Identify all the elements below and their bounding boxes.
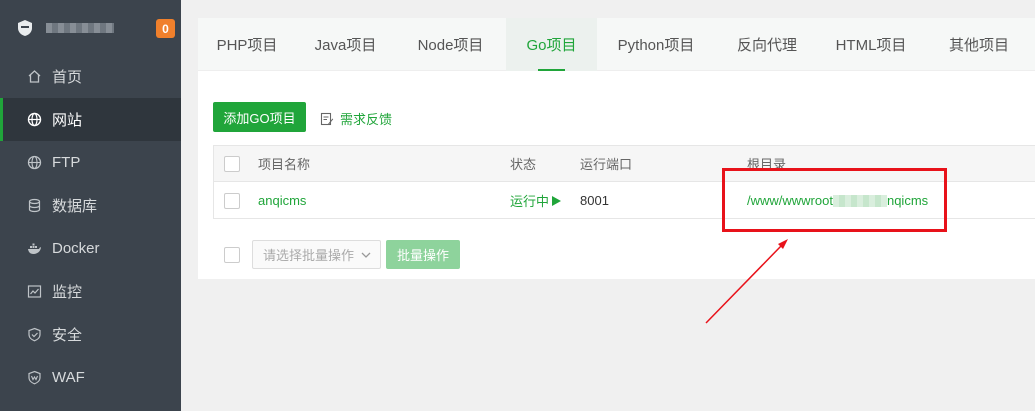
chevron-down-icon: [361, 252, 371, 258]
sidebar-item-docker[interactable]: Docker: [0, 227, 181, 270]
tab-python[interactable]: Python项目: [597, 18, 715, 71]
edit-icon: [320, 112, 334, 126]
project-table: 项目名称 状态 运行端口 根目录 anqicms 运行中 8001 /www/w…: [213, 145, 1035, 219]
batch-select-checkbox[interactable]: [224, 246, 240, 263]
header-root[interactable]: 根目录: [747, 146, 786, 181]
shield-icon: [27, 370, 42, 385]
batch-operation-button[interactable]: 批量操作: [386, 240, 460, 269]
tab-node[interactable]: Node项目: [395, 18, 506, 71]
select-all-cell: [224, 146, 240, 181]
play-icon: [552, 195, 562, 206]
sidebar: 0 首页 网站 FTP 数据库 Docker 监控 安全 WAF: [0, 0, 181, 411]
root-path-link[interactable]: /www/wwwroot nqicms: [747, 182, 928, 219]
sidebar-item-label: 监控: [52, 284, 83, 301]
sidebar-item-label: 安全: [52, 327, 83, 344]
feedback-label: 需求反馈: [340, 112, 393, 127]
port-value: 8001: [580, 193, 609, 208]
project-panel: PHP项目 Java项目 Node项目 Go项目 Python项目 反向代理 H…: [198, 18, 1035, 279]
globe-icon: [27, 112, 42, 127]
sidebar-item-home[interactable]: 首页: [0, 55, 181, 98]
logo-row: [0, 0, 181, 55]
table-row: anqicms 运行中 8001 /www/wwwroot nqicms: [214, 182, 1035, 219]
project-type-tabs: PHP项目 Java项目 Node项目 Go项目 Python项目 反向代理 H…: [198, 18, 1035, 71]
sidebar-item-ftp[interactable]: FTP: [0, 141, 181, 184]
sidebar-item-security[interactable]: 安全: [0, 313, 181, 356]
tab-php[interactable]: PHP项目: [198, 18, 296, 71]
sidebar-item-label: WAF: [52, 369, 85, 386]
root-path-prefix: /www/wwwroot: [747, 193, 833, 208]
add-go-project-button[interactable]: 添加GO项目: [213, 102, 306, 132]
sidebar-item-label: 网站: [52, 112, 83, 129]
database-icon: [27, 198, 42, 213]
sidebar-item-label: Docker: [52, 240, 100, 257]
project-name-link[interactable]: anqicms: [258, 182, 306, 219]
sidebar-item-label: 数据库: [52, 198, 98, 215]
tab-other[interactable]: 其他项目: [923, 18, 1035, 71]
sidebar-item-website[interactable]: 网站: [0, 98, 181, 141]
tab-java[interactable]: Java项目: [296, 18, 395, 71]
notification-badge[interactable]: 0: [156, 19, 175, 38]
sidebar-item-monitor[interactable]: 监控: [0, 270, 181, 313]
table-header: 项目名称 状态 运行端口 根目录: [214, 146, 1035, 182]
sidebar-item-database[interactable]: 数据库: [0, 184, 181, 227]
header-port[interactable]: 运行端口: [580, 146, 632, 181]
tab-reverse-proxy[interactable]: 反向代理: [715, 18, 819, 71]
row-checkbox-cell: [224, 182, 240, 219]
row-checkbox[interactable]: [224, 192, 240, 209]
sidebar-item-label: FTP: [52, 154, 81, 171]
logo-icon: [16, 19, 34, 37]
monitor-icon: [27, 284, 42, 299]
status-running[interactable]: 运行中: [510, 182, 562, 219]
feedback-link[interactable]: 需求反馈: [320, 109, 392, 128]
sidebar-nav: 首页 网站 FTP 数据库 Docker 监控 安全 WAF: [0, 55, 181, 399]
home-icon: [27, 69, 42, 84]
batch-actions: 请选择批量操作 批量操作: [224, 240, 460, 269]
globe-icon: [27, 155, 42, 170]
batch-select-placeholder: 请选择批量操作: [263, 248, 355, 263]
header-name[interactable]: 项目名称: [258, 146, 310, 181]
sidebar-item-label: 首页: [52, 69, 83, 86]
tab-html[interactable]: HTML项目: [819, 18, 923, 71]
header-status[interactable]: 状态: [510, 146, 536, 181]
shield-icon: [27, 327, 42, 342]
batch-operation-select[interactable]: 请选择批量操作: [252, 240, 381, 269]
status-label: 运行中: [510, 194, 550, 209]
tab-go[interactable]: Go项目: [506, 18, 597, 71]
select-all-checkbox[interactable]: [224, 155, 240, 172]
docker-icon: [27, 241, 42, 256]
redacted-path-segment: [832, 194, 887, 207]
sidebar-item-waf[interactable]: WAF: [0, 356, 181, 399]
root-path-suffix: nqicms: [886, 193, 929, 208]
server-name-redacted: [46, 22, 114, 33]
